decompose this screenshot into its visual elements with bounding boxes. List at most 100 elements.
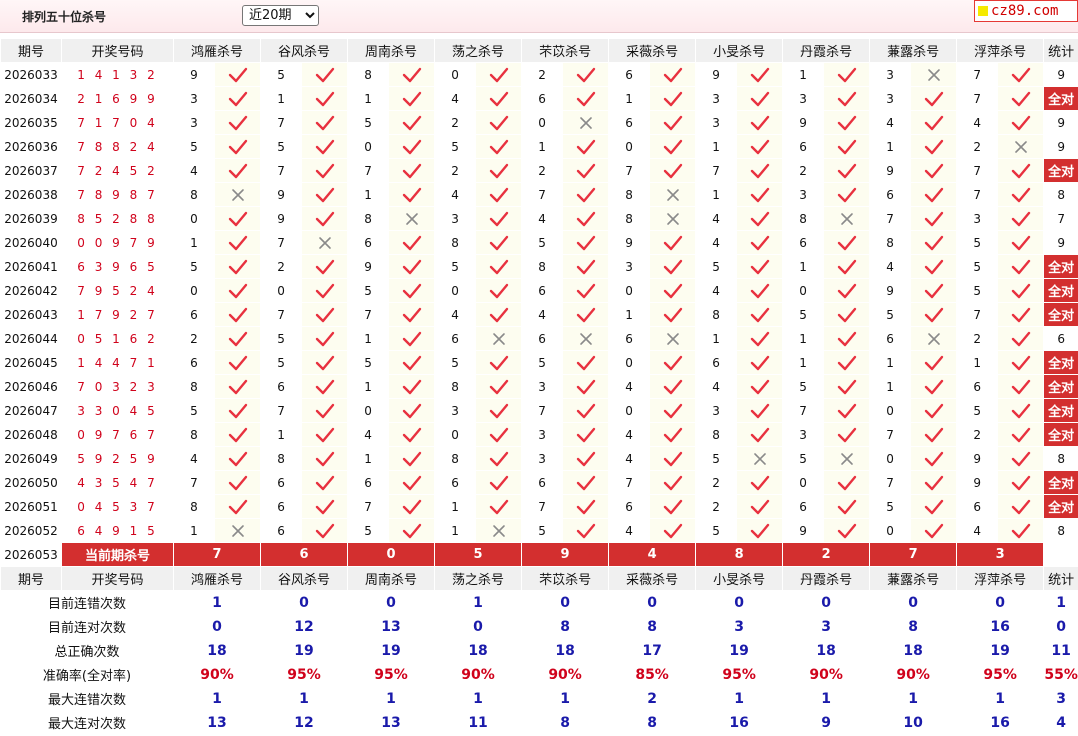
stat-value: 0 [695, 590, 784, 615]
kill-number: 9 [173, 62, 215, 87]
kill-number: 5 [956, 230, 999, 255]
kill-number: 3 [521, 422, 564, 447]
period-select[interactable]: 近20期 [242, 5, 319, 26]
cross-icon [475, 518, 523, 543]
stat-value: 1 [347, 686, 436, 711]
check-icon [388, 110, 436, 135]
check-icon [213, 398, 262, 423]
check-icon [301, 494, 349, 519]
check-icon [388, 326, 436, 351]
check-icon [736, 206, 784, 231]
check-icon [388, 134, 436, 159]
column-header-issue: 期号 [0, 38, 62, 63]
table-row: 2026038 7 8 9 8 789147813678 [0, 182, 1078, 207]
check-icon [562, 182, 610, 207]
kill-number: 5 [956, 254, 999, 279]
table-row: 2026049 5 9 2 5 948183455098 [0, 446, 1078, 471]
kill-number: 8 [434, 374, 477, 399]
check-icon [910, 182, 958, 207]
check-icon [649, 422, 697, 447]
kill-number: 6 [260, 518, 303, 543]
check-icon [388, 398, 436, 423]
stat-row: 最大连错次数 1 1 1 1 1 2 1 1 1 1 3 [0, 686, 1078, 711]
column-header-expert: 芣苡杀号 [521, 38, 610, 63]
stat-value: 12 [260, 710, 349, 735]
check-icon [562, 278, 610, 303]
check-icon [736, 518, 784, 543]
stat-value: 10 [869, 710, 958, 735]
kill-number: 7 [347, 494, 390, 519]
check-icon [910, 110, 958, 135]
current-kill-number: 0 [347, 542, 436, 567]
table-row: 2026039 8 5 2 8 80 9 8 3 4 8 4 8 7 3 7 [0, 206, 1078, 231]
current-kill-number: 5 [434, 542, 523, 567]
stat-value: 95% [695, 662, 784, 687]
table-row: 2026047 3 3 0 4 5 5 7 0 3 7 0 3 7 0 5 全对 [0, 398, 1078, 423]
kill-number: 4 [608, 518, 651, 543]
correct-count: 6 [1043, 326, 1078, 351]
stat-value: 85% [608, 662, 697, 687]
stat-total: 1 [1043, 590, 1078, 615]
kill-number: 3 [869, 86, 912, 111]
kill-number: 6 [347, 230, 390, 255]
check-icon [213, 494, 262, 519]
check-icon [649, 398, 697, 423]
kill-number: 5 [956, 398, 999, 423]
kill-number: 6 [434, 326, 477, 351]
kill-number: 3 [521, 374, 564, 399]
check-icon [997, 494, 1045, 519]
all-correct-badge: 全对 [1043, 278, 1078, 303]
kill-number: 1 [260, 86, 303, 111]
column-header-expert: 鸿雁杀号 [172, 566, 262, 591]
check-icon [910, 278, 958, 303]
issue-number: 2026052 [0, 518, 62, 543]
table-row: 2026044 0 5 1 6 225166611626 [0, 326, 1078, 351]
table-row: 2026052 6 4 9 1 516515459048 [0, 518, 1078, 543]
check-icon [213, 302, 262, 327]
stat-value: 18 [869, 638, 958, 663]
check-icon [301, 374, 349, 399]
table-row: 2026048 0 9 7 6 7 8 1 4 0 3 4 8 3 7 2 全对 [0, 422, 1078, 447]
table-row: 2026035 7 1 7 0 437520639449 [0, 110, 1078, 135]
kill-number: 7 [956, 302, 999, 327]
cross-icon [213, 182, 262, 207]
check-icon [475, 494, 523, 519]
kill-number: 8 [695, 302, 738, 327]
current-kill-number: 7 [172, 542, 262, 567]
kill-number: 6 [782, 134, 825, 159]
site-logo[interactable]: cz89.com [974, 0, 1078, 22]
check-icon [997, 254, 1045, 279]
kill-number: 8 [869, 230, 912, 255]
kill-number: 7 [956, 86, 999, 111]
check-icon [823, 518, 871, 543]
stat-value: 1 [521, 686, 610, 711]
draw-numbers: 3 3 0 4 5 [61, 398, 174, 423]
issue-number: 2026035 [0, 110, 62, 135]
kill-number: 8 [434, 230, 477, 255]
cross-icon [649, 206, 697, 231]
kill-number: 4 [608, 374, 651, 399]
kill-number: 6 [869, 182, 912, 207]
kill-number: 9 [695, 62, 738, 87]
issue-number: 2026041 [0, 254, 62, 279]
issue-number: 2026038 [0, 182, 62, 207]
check-icon [475, 62, 523, 87]
issue-number: 2026040 [0, 230, 62, 255]
check-icon [997, 158, 1045, 183]
kill-number: 3 [782, 182, 825, 207]
check-icon [475, 470, 523, 495]
kill-number: 6 [260, 374, 303, 399]
kill-number: 5 [173, 254, 215, 279]
kill-number: 8 [608, 206, 651, 231]
correct-count: 8 [1043, 182, 1078, 207]
table-row: 2026034 2 1 6 9 9 3 1 1 4 6 1 3 3 3 7 全对 [0, 86, 1078, 111]
kill-number: 1 [956, 350, 999, 375]
check-icon [213, 62, 262, 87]
current-period-row: 2026053 当前期杀号 7 6 0 5 9 4 8 2 7 3 [0, 542, 1078, 567]
cross-icon [649, 326, 697, 351]
check-icon [823, 398, 871, 423]
kill-number: 6 [521, 470, 564, 495]
header-row: 期号 开奖号码 鸿雁杀号 谷风杀号 周南杀号 荡之杀号 芣苡杀号 采薇杀号 小旻杀号 丹霞杀号 蒹露… [0, 566, 1078, 591]
kill-number: 5 [695, 254, 738, 279]
kill-number: 5 [869, 494, 912, 519]
